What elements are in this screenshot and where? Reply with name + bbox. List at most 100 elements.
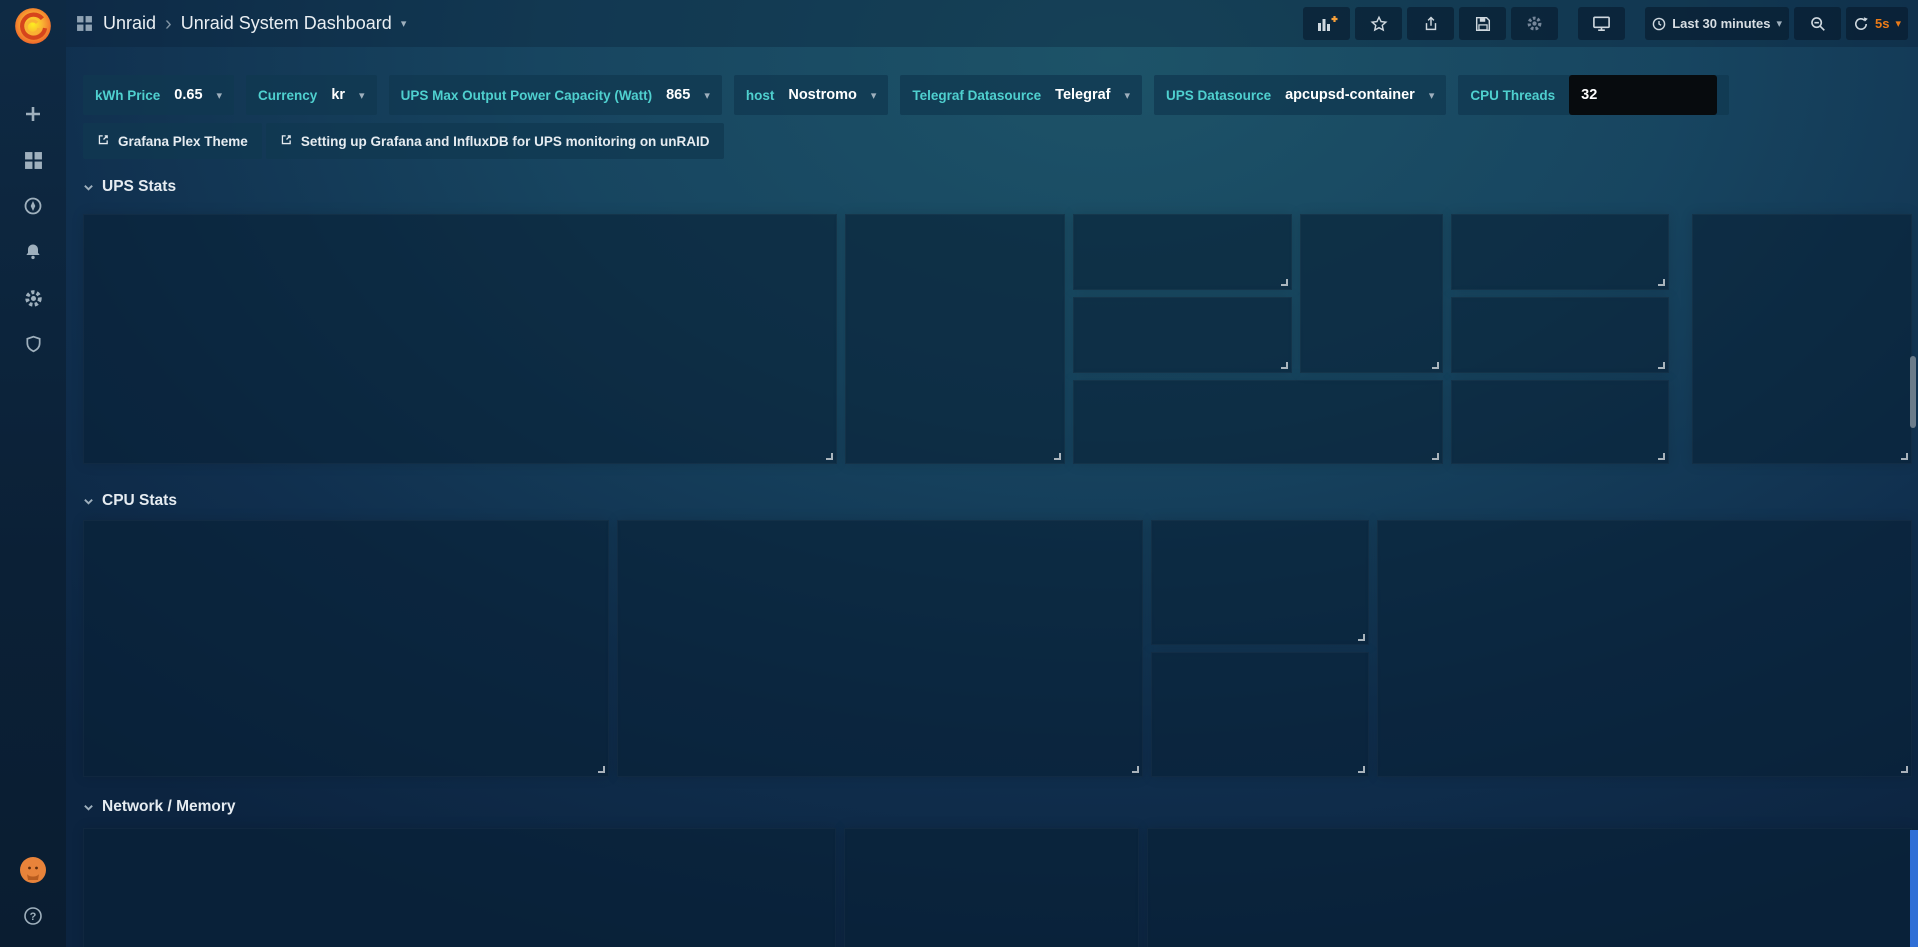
chevron-right-icon: › [165, 14, 172, 34]
variable-label: host [746, 88, 775, 103]
variable-label: Currency [258, 88, 317, 103]
svg-text:?: ? [30, 911, 37, 923]
panel-uptime [844, 828, 1139, 947]
caret-down-icon: ▾ [704, 89, 710, 102]
link-label: Grafana Plex Theme [118, 134, 248, 149]
panel-cpu-2-temp [1151, 652, 1369, 777]
panel-cpu-package [617, 520, 1143, 777]
variable-value[interactable]: Telegraf [1055, 87, 1110, 103]
refresh-button[interactable]: 5s ▾ [1846, 7, 1908, 40]
apps-grid-icon [76, 15, 93, 32]
breadcrumb: Unraid › Unraid System Dashboard ▾ [103, 13, 406, 34]
create-button[interactable] [0, 91, 66, 137]
external-link-icon [97, 133, 110, 149]
panel-ups-load-vs-time-left [1692, 214, 1912, 464]
caret-down-icon[interactable]: ▾ [1895, 17, 1901, 30]
caret-down-icon: ▾ [871, 89, 877, 102]
variable-label: Telegraf Datasource [912, 88, 1041, 103]
variable-label: UPS Datasource [1166, 88, 1271, 103]
panel-current-load-kwh [1073, 380, 1443, 464]
alerting-bell-icon[interactable] [0, 229, 66, 275]
section-network-memory[interactable]: Network / Memory [83, 798, 236, 816]
toolbar: Last 30 minutes ▾ 5s ▾ [1303, 7, 1908, 40]
variable-value[interactable]: kr [331, 87, 345, 103]
panel-current-ups-load [1073, 214, 1292, 290]
panel-memory [1147, 828, 1912, 947]
dashboards-button[interactable] [0, 137, 66, 183]
caret-down-icon: ▾ [1429, 89, 1435, 102]
panel-estimated-yearly-cost [1451, 380, 1669, 464]
page-scrollbar-thumb-blue[interactable] [1910, 830, 1918, 947]
section-cpu-stats[interactable]: CPU Stats [83, 492, 177, 510]
variable-cpu-threads[interactable]: CPU Threads 32 [1458, 75, 1729, 115]
help-icon[interactable]: ? [0, 893, 66, 939]
variable-currency[interactable]: Currency kr ▾ [246, 75, 377, 115]
panel-cpu-2 [1377, 520, 1912, 777]
configuration-gear-icon[interactable] [0, 275, 66, 321]
section-title: UPS Stats [102, 178, 176, 196]
save-button[interactable] [1459, 7, 1506, 40]
panel-ups-runtime [1300, 214, 1443, 373]
chevron-down-icon [83, 802, 94, 813]
dashboard-links-row: Grafana Plex Theme Setting up Grafana and… [83, 123, 724, 159]
caret-down-icon: ▾ [217, 89, 223, 102]
variable-kwh-price[interactable]: kWh Price 0.65 ▾ [83, 75, 234, 115]
variable-telegraf-datasource[interactable]: Telegraf Datasource Telegraf ▾ [900, 75, 1142, 115]
chevron-down-icon [83, 496, 94, 507]
caret-down-icon[interactable]: ▾ [401, 17, 407, 30]
panel-ups-load-percent [83, 214, 837, 464]
variable-input[interactable]: 32 [1569, 75, 1717, 115]
panel-cpu-1 [83, 520, 609, 777]
breadcrumb-dashboard[interactable]: Unraid System Dashboard [181, 13, 392, 34]
panel-this-years-cost [1451, 297, 1669, 373]
zoom-out-button[interactable] [1794, 7, 1841, 40]
external-link-icon [280, 133, 293, 149]
section-ups-stats[interactable]: UPS Stats [83, 178, 176, 196]
clock-icon [1652, 17, 1666, 31]
time-range-picker[interactable]: Last 30 minutes ▾ [1645, 7, 1789, 40]
page-scrollbar-thumb[interactable] [1910, 356, 1916, 428]
panel-average-psu-load [1073, 297, 1292, 373]
server-admin-shield-icon[interactable] [0, 321, 66, 367]
variable-value[interactable]: 865 [666, 87, 690, 103]
variable-label: CPU Threads [1470, 88, 1555, 103]
template-variables-row: kWh Price0.65▾Currencykr▾UPS Max Output … [83, 75, 1729, 115]
sidebar: ? [0, 0, 66, 947]
refresh-interval-label[interactable]: 5s [1875, 16, 1889, 31]
top-nav: Unraid › Unraid System Dashboard ▾ Last … [66, 0, 1918, 47]
variable-ups-datasource[interactable]: UPS Datasource apcupsd-container ▾ [1154, 75, 1446, 115]
share-button[interactable] [1407, 7, 1454, 40]
variable-host[interactable]: host Nostromo ▾ [734, 75, 889, 115]
grafana-logo[interactable] [12, 5, 54, 47]
panel-cpu-1-temp [1151, 520, 1369, 645]
cycle-view-monitor-button[interactable] [1578, 7, 1625, 40]
variable-value[interactable]: 0.65 [174, 87, 202, 103]
settings-button[interactable] [1511, 7, 1558, 40]
dashboard-link-grafana-plex-theme[interactable]: Grafana Plex Theme [83, 123, 262, 159]
add-panel-button[interactable] [1303, 7, 1350, 40]
chevron-down-icon [83, 182, 94, 193]
variable-value[interactable]: apcupsd-container [1285, 87, 1415, 103]
caret-down-icon: ▾ [359, 89, 365, 102]
dashboard-link-setting-up-grafana-and-influxd[interactable]: Setting up Grafana and InfluxDB for UPS … [266, 123, 724, 159]
grafana-app: ? Unraid › Unraid System Dashboard ▾ Las… [0, 0, 1918, 947]
link-label: Setting up Grafana and InfluxDB for UPS … [301, 134, 710, 149]
section-title: Network / Memory [102, 798, 236, 816]
explore-compass-icon[interactable] [0, 183, 66, 229]
breadcrumb-app[interactable]: Unraid [103, 13, 156, 34]
caret-down-icon: ▾ [1125, 89, 1131, 102]
time-range-label: Last 30 minutes [1672, 16, 1770, 31]
star-button[interactable] [1355, 7, 1402, 40]
variable-ups-max-output-power-capacity-watt[interactable]: UPS Max Output Power Capacity (Watt) 865 ▾ [389, 75, 722, 115]
dashboard-canvas: kWh Price0.65▾Currencykr▾UPS Max Output … [66, 0, 1918, 947]
section-title: CPU Stats [102, 492, 177, 510]
caret-down-icon: ▾ [1776, 17, 1782, 30]
panel-ups-battery-charge [845, 214, 1065, 464]
variable-value[interactable]: Nostromo [788, 87, 856, 103]
variable-label: UPS Max Output Power Capacity (Watt) [401, 88, 653, 103]
panel-average-daily-cost [1451, 214, 1669, 290]
refresh-icon [1853, 16, 1869, 32]
user-avatar[interactable] [0, 847, 66, 893]
panel-network [83, 828, 836, 947]
variable-label: kWh Price [95, 88, 160, 103]
